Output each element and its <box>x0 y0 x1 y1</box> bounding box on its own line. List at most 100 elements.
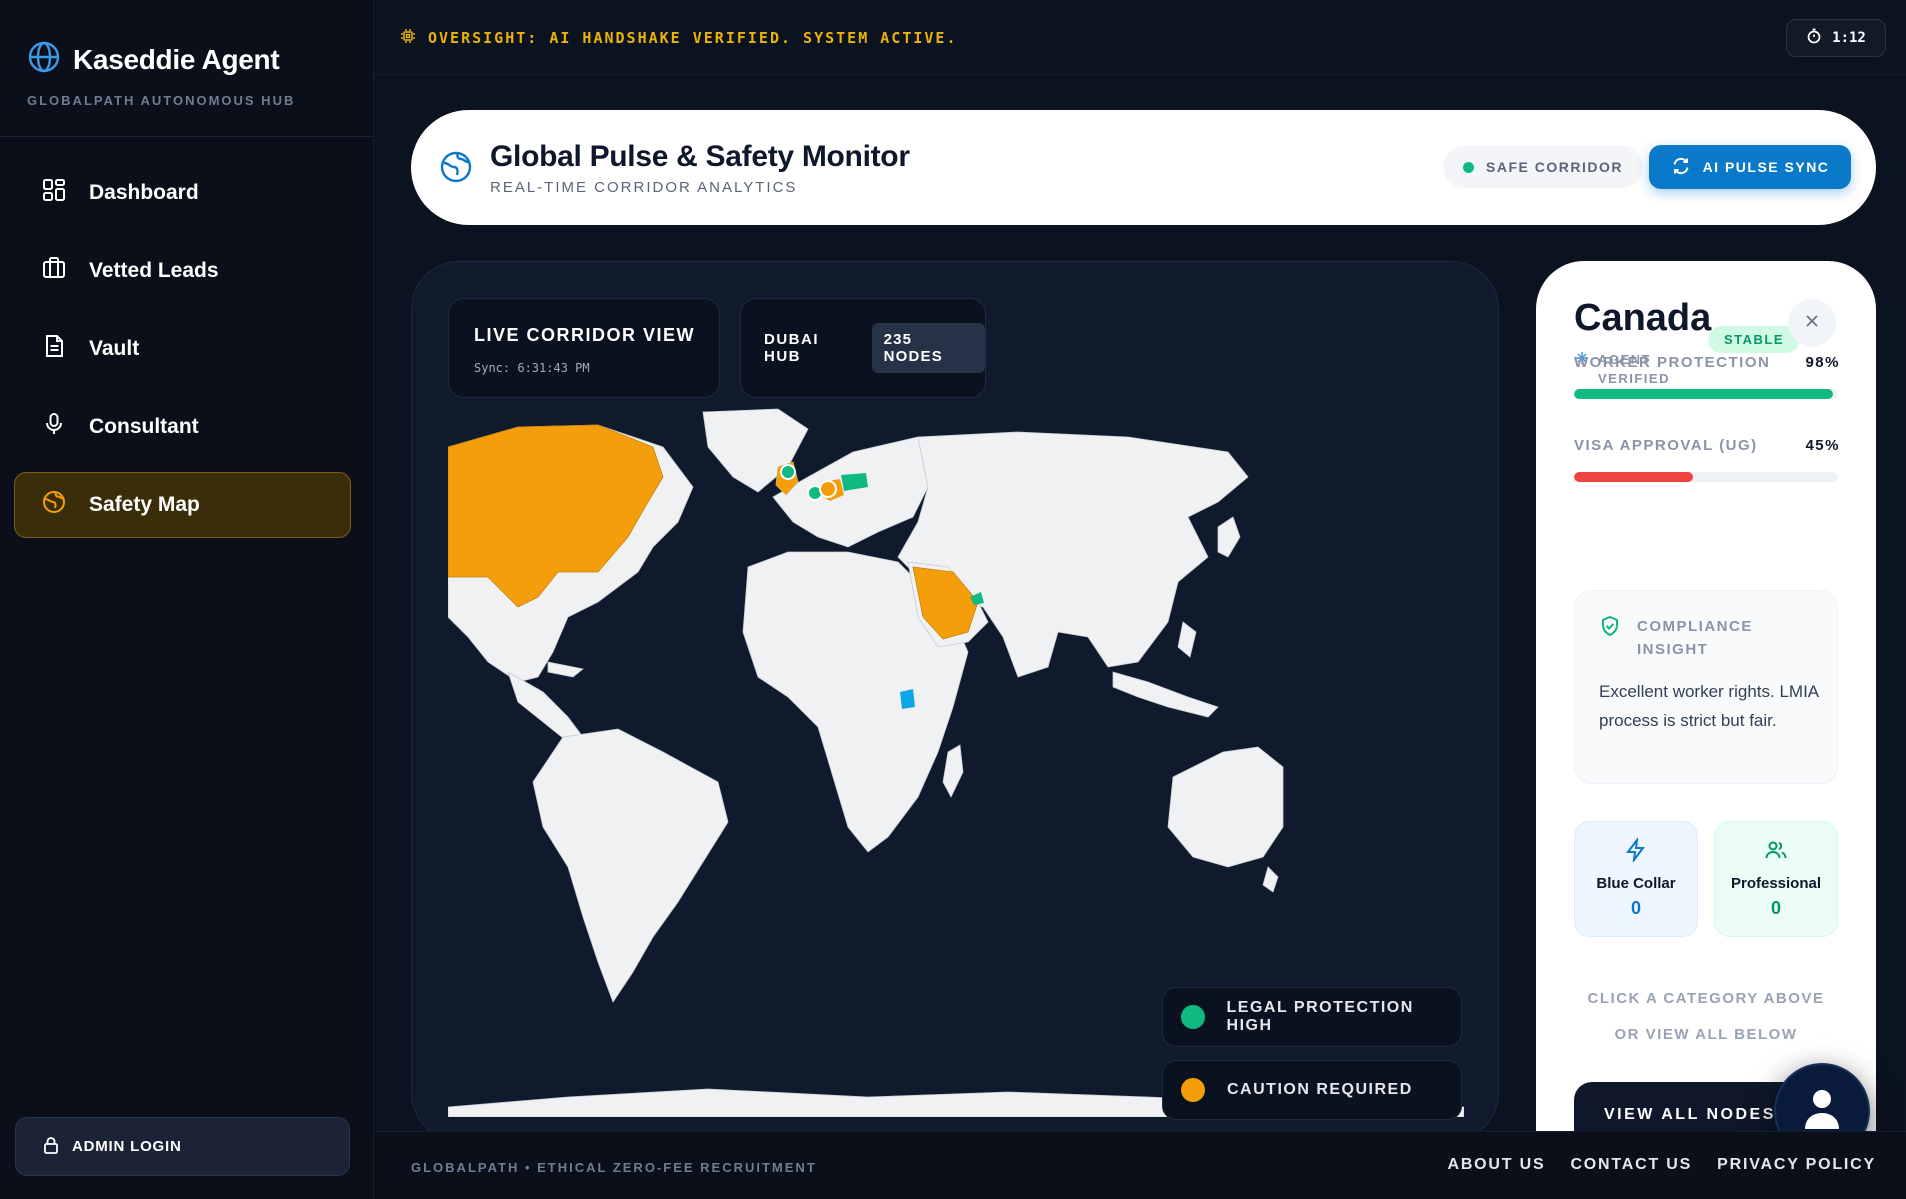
visa-approval-bar <box>1574 472 1838 482</box>
category-professional[interactable]: Professional 0 <box>1714 821 1838 937</box>
brand-title: Kaseddie Agent <box>73 43 280 75</box>
footer-link-contact[interactable]: CONTACT US <box>1570 1156 1692 1174</box>
live-corridor-panel: LIVE CORRIDOR VIEW Sync: 6:31:43 PM <box>448 298 720 398</box>
refresh-icon <box>1671 156 1691 179</box>
green-dot-icon <box>1181 1005 1205 1029</box>
ai-pulse-sync-label: AI PULSE SYNC <box>1702 159 1830 175</box>
users-icon <box>1764 838 1788 867</box>
safe-corridor-label: SAFE CORRIDOR <box>1486 159 1623 175</box>
page-header: Global Pulse & Safety Monitor REAL-TIME … <box>411 110 1876 225</box>
document-icon <box>41 333 67 365</box>
ai-pulse-sync-button[interactable]: AI PULSE SYNC <box>1649 145 1851 189</box>
worker-protection-value: 98% <box>1805 354 1840 371</box>
legend-item-caution: CAUTION REQUIRED <box>1162 1060 1462 1120</box>
chip-icon <box>400 28 416 48</box>
sidebar-item-dashboard[interactable]: Dashboard <box>14 160 351 226</box>
sidebar-item-consultant[interactable]: Consultant <box>14 394 351 460</box>
map-japan <box>1217 516 1241 558</box>
map-australia <box>1167 746 1284 868</box>
microphone-icon <box>41 411 67 443</box>
status-dot-icon <box>1463 161 1474 173</box>
map-caribbean <box>547 661 584 678</box>
page-subtitle: REAL-TIME CORRIDOR ANALYTICS <box>490 179 798 196</box>
dubai-hub-panel[interactable]: DUBAI HUB 235 NODES <box>740 298 986 398</box>
briefcase-icon <box>41 255 67 287</box>
admin-login-label: ADMIN LOGIN <box>72 1138 182 1155</box>
category-blue-collar[interactable]: Blue Collar 0 <box>1574 821 1698 937</box>
legend-item-legal-protection: LEGAL PROTECTION HIGH <box>1162 987 1462 1047</box>
country-detail-panel: Canada STABLE AGENT VERIFIED WORKER PROT… <box>1536 261 1876 1131</box>
hint-line-2: OR VIEW ALL BELOW <box>1614 1026 1798 1043</box>
hub-nodes-badge: 235 NODES <box>871 323 985 373</box>
sidebar-item-label: Consultant <box>89 415 199 438</box>
sidebar-item-vault[interactable]: Vault <box>14 316 351 382</box>
oversight-status: OVERSIGHT: AI HANDSHAKE VERIFIED. SYSTEM… <box>400 28 957 48</box>
session-timer: 1:12 <box>1786 19 1886 57</box>
legend-label: LEGAL PROTECTION HIGH <box>1226 999 1414 1034</box>
worker-protection-bar <box>1574 389 1838 399</box>
live-corridor-title: LIVE CORRIDOR VIEW <box>474 325 696 345</box>
hint-line-1: CLICK A CATEGORY ABOVE <box>1587 990 1825 1007</box>
category-label: Blue Collar <box>1596 875 1676 892</box>
grid-icon <box>41 177 67 209</box>
sidebar-item-label: Vault <box>89 337 140 360</box>
sidebar-item-label: Dashboard <box>89 181 199 204</box>
compliance-insight-title: COMPLIANCE INSIGHT <box>1637 618 1753 658</box>
divider <box>0 136 374 137</box>
footer: GLOBALPATH • ETHICAL ZERO-FEE RECRUITMEN… <box>374 1131 1906 1199</box>
map-new-zealand <box>1262 866 1279 893</box>
compliance-insight-text: Excellent worker rights. LMIA process is… <box>1599 682 1819 730</box>
visa-approval-value: 45% <box>1805 437 1840 454</box>
footer-tagline: GLOBALPATH • ETHICAL ZERO-FEE RECRUITMEN… <box>411 1160 817 1175</box>
map-central-america <box>507 671 584 743</box>
stopwatch-icon <box>1806 28 1822 48</box>
orange-dot-icon <box>1181 1078 1205 1102</box>
sidebar-item-label: Vetted Leads <box>89 259 219 282</box>
worker-protection-fill <box>1574 389 1833 399</box>
footer-link-privacy[interactable]: PRIVACY POLICY <box>1717 1156 1876 1174</box>
close-button[interactable] <box>1788 299 1836 347</box>
globe-icon <box>41 489 67 521</box>
category-count: 0 <box>1770 898 1781 918</box>
compliance-insight-card: COMPLIANCE INSIGHT Excellent worker righ… <box>1574 590 1838 784</box>
world-map-card: LIVE CORRIDOR VIEW Sync: 6:31:43 PM DUBA… <box>411 261 1499 1141</box>
map-uganda-hub <box>900 689 915 709</box>
close-icon <box>1804 313 1820 334</box>
worker-protection-label: WORKER PROTECTION <box>1574 354 1771 371</box>
pulse-globe-icon <box>438 149 474 190</box>
legend-label: CAUTION REQUIRED <box>1227 1081 1413 1098</box>
globe-logo-icon <box>27 40 61 79</box>
map-indonesia <box>1112 671 1219 718</box>
lightning-icon <box>1624 836 1648 867</box>
sidebar-nav: Dashboard Vetted Leads Vault Consultant … <box>14 160 351 550</box>
marker-uk-safe <box>780 464 796 480</box>
sidebar: Kaseddie Agent GLOBALPATH AUTONOMOUS HUB… <box>0 0 374 1199</box>
category-hint: CLICK A CATEGORY ABOVE OR VIEW ALL BELOW <box>1536 981 1876 1053</box>
footer-links: ABOUT US CONTACT US PRIVACY POLICY <box>1447 1156 1876 1174</box>
map-philippines <box>1177 621 1197 658</box>
map-south-america <box>532 728 729 1003</box>
oversight-text: OVERSIGHT: AI HANDSHAKE VERIFIED. SYSTEM… <box>428 29 958 47</box>
brand: Kaseddie Agent GLOBALPATH AUTONOMOUS HUB <box>27 40 295 108</box>
status-badge: STABLE <box>1708 326 1801 353</box>
map-madagascar <box>942 744 964 798</box>
visa-approval-label: VISA APPROVAL (UG) <box>1574 437 1758 454</box>
sync-time: Sync: 6:31:43 PM <box>474 361 590 375</box>
safe-corridor-badge: SAFE CORRIDOR <box>1443 146 1643 188</box>
brand-subtitle: GLOBALPATH AUTONOMOUS HUB <box>27 93 296 108</box>
map-europe <box>772 436 929 548</box>
user-icon <box>1802 1087 1842 1136</box>
marker-germany-caution <box>819 480 837 498</box>
hub-label: DUBAI HUB <box>764 331 819 365</box>
sidebar-item-safety-map[interactable]: Safety Map <box>14 472 351 538</box>
admin-login-button[interactable]: ADMIN LOGIN <box>15 1117 350 1176</box>
shield-check-icon <box>1599 615 1621 661</box>
category-label: Professional <box>1730 875 1822 892</box>
sidebar-item-label: Safety Map <box>89 493 200 516</box>
top-bar: OVERSIGHT: AI HANDSHAKE VERIFIED. SYSTEM… <box>374 0 1906 75</box>
sidebar-item-vetted-leads[interactable]: Vetted Leads <box>14 238 351 304</box>
visa-approval-fill <box>1574 472 1693 482</box>
page-title: Global Pulse & Safety Monitor <box>490 140 910 173</box>
footer-link-about[interactable]: ABOUT US <box>1447 1156 1545 1174</box>
country-name: Canada <box>1574 297 1712 339</box>
